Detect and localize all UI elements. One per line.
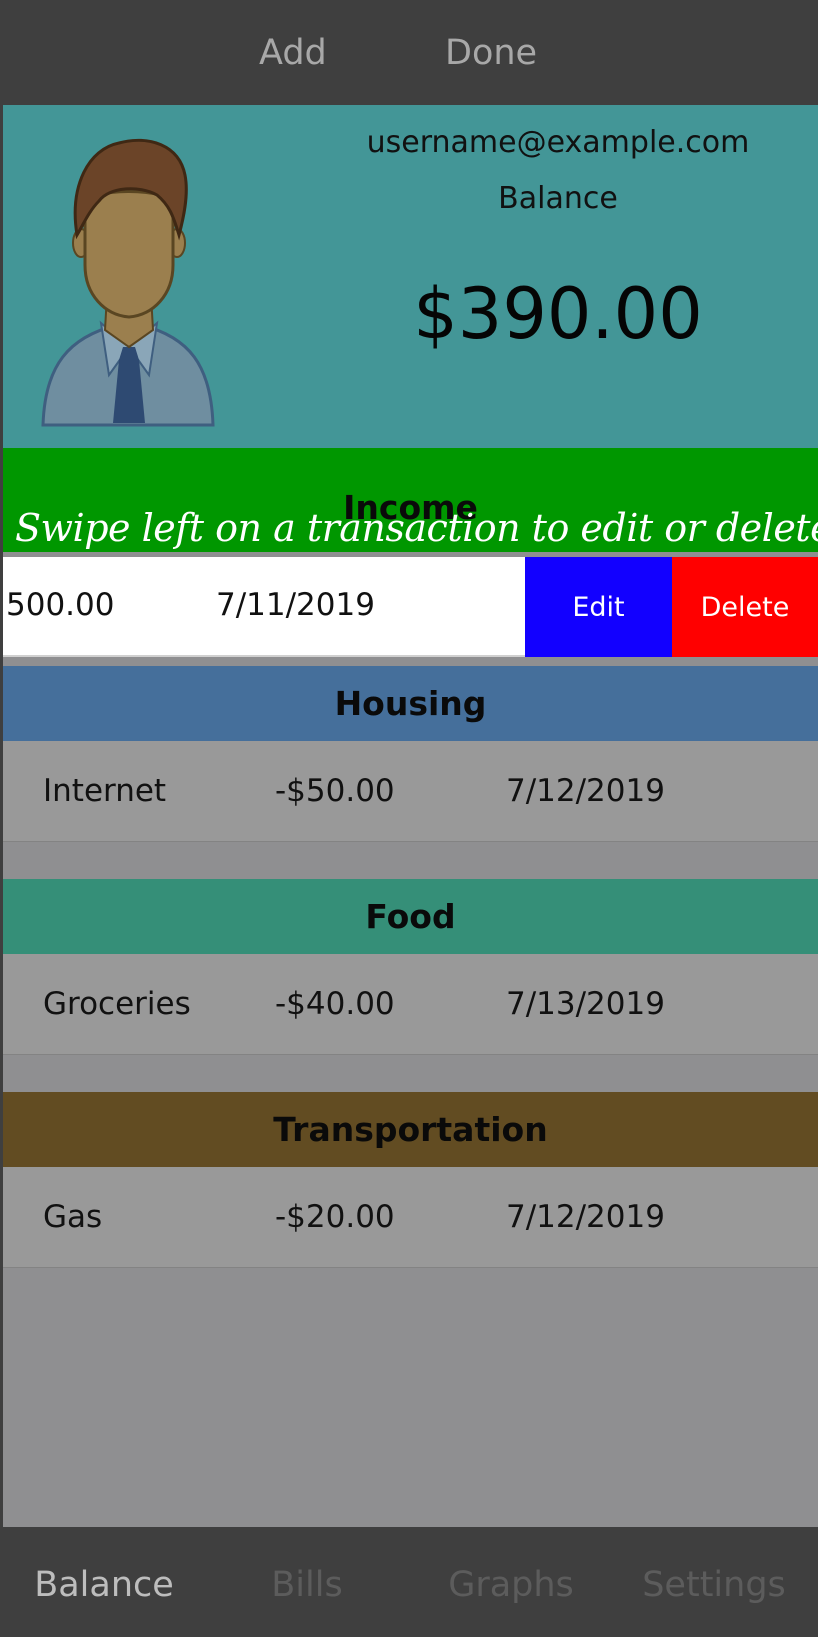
top-nav-bar: Add Done: [0, 0, 818, 105]
user-email: username@example.com: [366, 125, 750, 160]
transaction-row[interactable]: Internet -$50.00 7/12/2019: [3, 741, 818, 842]
transaction-amount: -$40.00: [275, 986, 395, 1022]
transaction-date: 7/11/2019: [216, 587, 375, 623]
food-section-header: Food: [3, 879, 818, 954]
tab-bar: Balance Bills Graphs Settings: [0, 1527, 818, 1637]
section-title: Housing: [334, 684, 487, 723]
transportation-section-header: Transportation: [3, 1092, 818, 1167]
balance-content[interactable]: username@example.com Balance $390.00 Inc…: [3, 105, 818, 1527]
transaction-row[interactable]: Groceries -$40.00 7/13/2019: [3, 954, 818, 1055]
profile-header: username@example.com Balance $390.00: [3, 105, 818, 448]
transaction-name: Gas: [43, 1199, 103, 1235]
transaction-date: 7/13/2019: [506, 986, 665, 1022]
transaction-row[interactable]: Gas -$20.00 7/12/2019: [3, 1167, 818, 1268]
swipe-hint-text: Swipe left on a transaction to edit or d…: [15, 506, 818, 550]
delete-button[interactable]: Delete: [672, 557, 818, 657]
balance-amount: $390.00: [413, 273, 703, 355]
add-button[interactable]: Add: [259, 36, 327, 71]
transaction-name: Internet: [43, 773, 167, 809]
section-title: Transportation: [273, 1110, 548, 1149]
done-button[interactable]: Done: [445, 36, 537, 71]
transaction-name: Groceries: [43, 986, 191, 1022]
tab-balance[interactable]: Balance: [2, 1565, 206, 1605]
transaction-amount: 500.00: [6, 587, 115, 623]
avatar-icon: [41, 138, 215, 427]
transaction-amount: -$50.00: [275, 773, 395, 809]
income-transaction-row[interactable]: 500.00 7/11/2019 Edit Delete: [3, 557, 818, 657]
transaction-date: 7/12/2019: [506, 1199, 665, 1235]
balance-label: Balance: [498, 181, 618, 216]
tab-settings[interactable]: Settings: [612, 1565, 816, 1605]
housing-section-header: Housing: [3, 666, 818, 741]
edit-button[interactable]: Edit: [525, 557, 672, 657]
tab-graphs[interactable]: Graphs: [409, 1565, 613, 1605]
section-title: Food: [365, 897, 456, 936]
tab-bills[interactable]: Bills: [205, 1565, 409, 1605]
app-screen: Add Done username@example.com Balance $3…: [0, 0, 818, 1637]
income-section-header: Income Swipe left on a transaction to ed…: [3, 448, 818, 552]
transaction-date: 7/12/2019: [506, 773, 665, 809]
transaction-amount: -$20.00: [275, 1199, 395, 1235]
